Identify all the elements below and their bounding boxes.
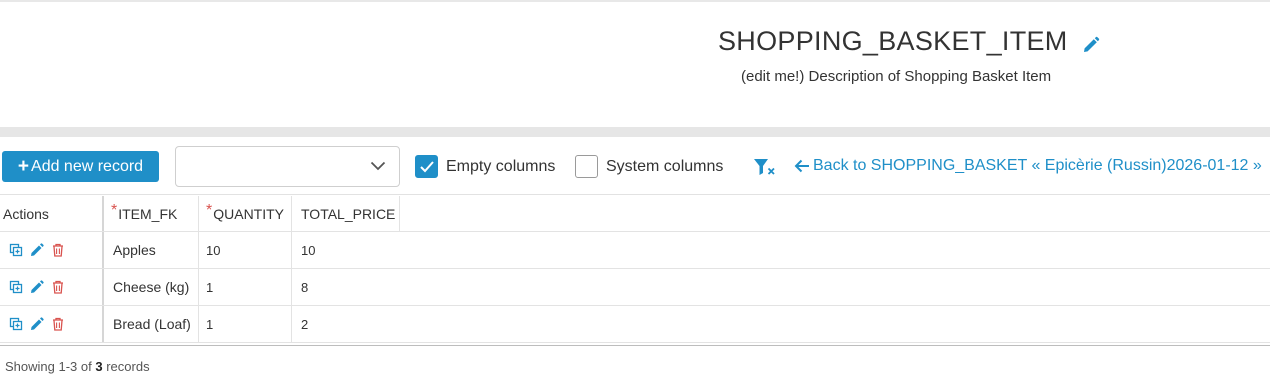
cell-value: 1 — [206, 279, 214, 295]
table-header-row: Actions * ITEM_FK * QUANTITY TOTAL_PRICE — [0, 196, 1270, 232]
cell-value: 8 — [301, 279, 309, 295]
empty-columns-checkbox[interactable] — [415, 155, 438, 178]
table-row: Cheese (kg) 1 8 — [0, 269, 1270, 306]
cell-item-fk[interactable]: Cheese (kg) — [104, 269, 199, 305]
cell-value: Apples — [113, 242, 156, 258]
edit-title-pencil-icon[interactable] — [1082, 36, 1100, 54]
cell-value: 1 — [206, 316, 214, 332]
add-new-record-label: Add new record — [31, 157, 144, 175]
trash-icon[interactable] — [51, 243, 65, 257]
page-title: SHOPPING_BASKET_ITEM — [718, 26, 1068, 56]
page-header: SHOPPING_BASKET_ITEM (edit me!) Descript… — [0, 2, 1270, 127]
row-actions — [0, 232, 104, 268]
cell-quantity[interactable]: 1 — [199, 306, 292, 342]
system-columns-label: System columns — [606, 157, 724, 175]
add-new-record-button[interactable]: + Add new record — [2, 151, 159, 182]
records-table: Actions * ITEM_FK * QUANTITY TOTAL_PRICE… — [0, 196, 1270, 343]
title-wrap: SHOPPING_BASKET_ITEM — [718, 26, 1100, 57]
toolbar: + Add new record Empty columns System co… — [0, 137, 1270, 195]
cell-value: 10 — [206, 242, 221, 258]
table-body: Apples 10 10 Cheese (kg) 1 8 Bread (Loaf… — [0, 232, 1270, 343]
cell-total-price[interactable]: 10 — [292, 232, 400, 268]
checkmark-icon — [419, 160, 434, 172]
clear-filter-icon[interactable] — [753, 157, 777, 177]
table-bottom-border — [0, 345, 1270, 346]
required-marker: * — [111, 201, 118, 219]
trash-icon[interactable] — [51, 280, 65, 294]
system-columns-toggle[interactable]: System columns — [575, 155, 723, 178]
copy-icon[interactable] — [9, 317, 23, 331]
column-header-label: QUANTITY — [213, 205, 285, 222]
empty-columns-toggle[interactable]: Empty columns — [415, 155, 555, 178]
column-header-label: ITEM_FK — [118, 205, 178, 222]
chevron-down-icon — [370, 161, 386, 171]
plus-icon: + — [17, 156, 30, 177]
edit-pencil-icon[interactable] — [30, 317, 44, 331]
view-select[interactable] — [175, 146, 400, 187]
copy-icon[interactable] — [9, 280, 23, 294]
cell-value: Bread (Loaf) — [113, 316, 191, 332]
cell-quantity[interactable]: 1 — [199, 269, 292, 305]
column-header-label: TOTAL_PRICE — [301, 205, 396, 222]
records-summary: Showing 1-3 of 3 records — [5, 359, 150, 374]
required-marker: * — [206, 201, 213, 219]
table-row: Bread (Loaf) 1 2 — [0, 306, 1270, 343]
table-row: Apples 10 10 — [0, 232, 1270, 269]
records-summary-prefix: Showing 1-3 of — [5, 359, 92, 374]
separator-band — [0, 127, 1270, 137]
back-link-label: Back to SHOPPING_BASKET « Epicèrie (Russ… — [813, 157, 1262, 174]
records-count: 3 — [95, 359, 103, 374]
edit-pencil-icon[interactable] — [30, 280, 44, 294]
column-header-actions: Actions — [0, 196, 104, 231]
cell-value: 2 — [301, 316, 309, 332]
cell-value: 10 — [301, 242, 316, 258]
column-header-label: Actions — [3, 205, 49, 222]
cell-item-fk[interactable]: Bread (Loaf) — [104, 306, 199, 342]
column-header-item-fk[interactable]: * ITEM_FK — [104, 196, 199, 231]
page-description[interactable]: (edit me!) Description of Shopping Baske… — [741, 68, 1051, 85]
back-to-parent-link[interactable]: Back to SHOPPING_BASKET « Epicèrie (Russ… — [794, 157, 1262, 175]
cell-item-fk[interactable]: Apples — [104, 232, 199, 268]
cell-total-price[interactable]: 8 — [292, 269, 400, 305]
empty-columns-label: Empty columns — [446, 157, 556, 175]
cell-value: Cheese (kg) — [113, 279, 190, 295]
column-header-quantity[interactable]: * QUANTITY — [199, 196, 292, 231]
trash-icon[interactable] — [51, 317, 65, 331]
arrow-left-icon — [794, 159, 809, 173]
row-actions — [0, 306, 104, 342]
cell-total-price[interactable]: 2 — [292, 306, 400, 342]
system-columns-checkbox[interactable] — [575, 155, 598, 178]
edit-pencil-icon[interactable] — [30, 243, 44, 257]
column-header-total-price[interactable]: TOTAL_PRICE — [292, 196, 400, 231]
records-summary-suffix: records — [106, 359, 150, 374]
cell-quantity[interactable]: 10 — [199, 232, 292, 268]
row-actions — [0, 269, 104, 305]
copy-icon[interactable] — [9, 243, 23, 257]
